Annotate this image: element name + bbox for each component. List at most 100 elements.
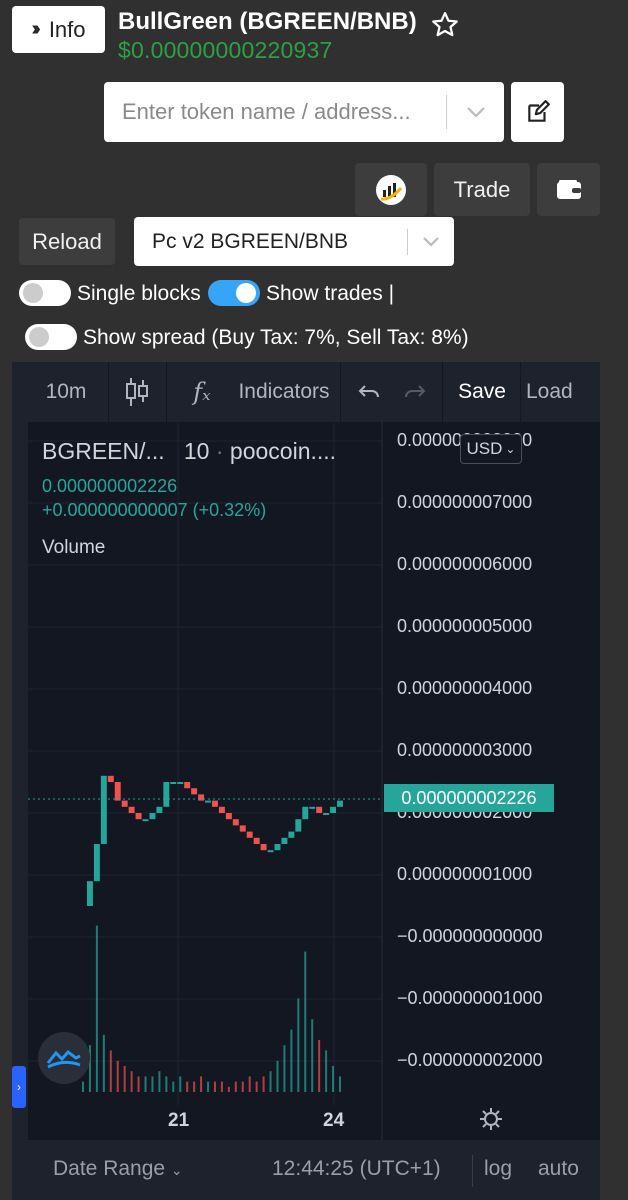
- chart-grid: [28, 422, 382, 1106]
- volume-bar: [241, 1081, 244, 1092]
- price-axis-tick: −0.000000000000: [397, 926, 543, 946]
- candle-style-button[interactable]: [112, 362, 162, 422]
- price-candle: [330, 806, 337, 813]
- price-candle: [93, 844, 100, 882]
- candlestick-icon: [126, 378, 148, 406]
- legend-price: 0.000000002226: [42, 476, 178, 496]
- price-chart[interactable]: [28, 422, 600, 1140]
- show-spread-toggle[interactable]: [25, 324, 77, 350]
- price-candles: [86, 775, 343, 906]
- chevron-down-icon: ⌄: [170, 1162, 183, 1178]
- show-spread-label: Show spread (Buy Tax: 7%, Sell Tax: 8%): [83, 326, 469, 349]
- volume-bar: [193, 1081, 196, 1092]
- volume-bar: [248, 1076, 251, 1092]
- drawing-toolbar-toggle[interactable]: ›: [12, 1066, 26, 1108]
- pair-select-value: Pc v2 BGREEN/BNB: [152, 230, 349, 253]
- price-candle: [86, 881, 93, 906]
- load-button[interactable]: Load: [526, 362, 600, 422]
- settings-gear-icon[interactable]: [478, 1106, 504, 1132]
- price-candle: [128, 806, 135, 813]
- volume-bar: [262, 1076, 265, 1092]
- undo-icon[interactable]: [352, 362, 386, 422]
- trade-button[interactable]: Trade: [434, 163, 530, 216]
- chart-toolbar: 10m 𝑓ₓ Indicators Save Load: [12, 362, 600, 422]
- price-candle: [107, 775, 114, 782]
- volume-bar: [318, 1040, 321, 1092]
- reload-button[interactable]: Reload: [19, 218, 115, 265]
- chevron-down-icon: ⌄: [505, 442, 516, 456]
- volume-bar: [255, 1081, 258, 1092]
- price-candle: [184, 782, 191, 789]
- auto-scale-button[interactable]: auto: [538, 1157, 579, 1181]
- search-divider: [446, 95, 447, 129]
- price-axis-tick: −0.000000002000: [397, 1050, 543, 1070]
- volume-bar: [82, 1081, 84, 1092]
- wallet-button[interactable]: [537, 163, 600, 216]
- pair-select-divider: [407, 229, 408, 255]
- price-candle: [135, 813, 142, 820]
- price-candle: [205, 800, 211, 803]
- token-price: $0.00000000220937: [118, 37, 333, 63]
- log-scale-button[interactable]: log: [484, 1157, 512, 1181]
- price-candle: [337, 800, 343, 807]
- token-title: BullGreen (BGREEN/BNB): [118, 8, 417, 35]
- clock-time[interactable]: 12:44:25 (UTC+1): [272, 1157, 441, 1181]
- currency-select[interactable]: USD ⌄: [460, 434, 522, 464]
- chevron-down-icon[interactable]: [459, 98, 493, 126]
- chevron-down-icon: [423, 237, 439, 247]
- star-icon[interactable]: [430, 10, 460, 40]
- volume-bar: [297, 998, 300, 1092]
- legend-volume: Volume: [42, 537, 106, 558]
- pair-select[interactable]: Pc v2 BGREEN/BNB: [134, 217, 454, 266]
- save-button[interactable]: Save: [446, 362, 518, 422]
- price-candle: [100, 775, 107, 844]
- price-axis-tick: 0.000000001000: [397, 864, 533, 884]
- volume-bar: [276, 1060, 279, 1092]
- indicators-button[interactable]: Indicators: [224, 362, 344, 422]
- volume-bar: [186, 1081, 189, 1092]
- interval-button[interactable]: 10m: [26, 362, 106, 422]
- token-search[interactable]: [104, 82, 504, 142]
- info-button[interactable]: ›› Info: [12, 6, 105, 53]
- date-range-button[interactable]: Date Range ⌄: [53, 1157, 183, 1181]
- volume-bar: [227, 1086, 230, 1092]
- volume-bar: [325, 1050, 328, 1092]
- price-candle: [267, 850, 274, 853]
- volume-bar: [158, 1071, 161, 1092]
- fx-icon: 𝑓ₓ: [193, 378, 211, 406]
- price-axis-tick: 0.000000006000: [397, 554, 533, 574]
- edit-button[interactable]: [511, 82, 564, 142]
- single-blocks-toggle[interactable]: [19, 280, 71, 306]
- price-candle: [114, 782, 121, 801]
- search-input[interactable]: [104, 82, 444, 142]
- price-candle: [142, 819, 149, 822]
- price-candle: [246, 831, 253, 838]
- price-candle: [163, 782, 170, 807]
- legend-symbol[interactable]: BGREEN/...: [42, 438, 165, 464]
- info-button-label: Info: [48, 16, 86, 42]
- volume-bar: [123, 1066, 126, 1092]
- tradingview-logo[interactable]: [38, 1032, 90, 1084]
- price-candle: [288, 831, 295, 838]
- volume-bar: [304, 951, 307, 1092]
- show-trades-toggle[interactable]: [208, 280, 260, 306]
- volume-bar: [339, 1076, 341, 1092]
- volume-bar: [109, 1050, 112, 1092]
- price-candle: [281, 837, 288, 844]
- price-candle: [260, 844, 267, 851]
- legend-interval: 10: [183, 438, 210, 464]
- price-candle: [156, 806, 163, 813]
- volume-bar: [172, 1081, 175, 1092]
- price-candle: [309, 806, 316, 809]
- price-candle: [316, 806, 323, 813]
- volume-bar: [137, 1076, 140, 1092]
- volume-bar: [102, 1034, 105, 1092]
- price-candle: [232, 819, 239, 826]
- chart-button[interactable]: [355, 163, 427, 216]
- price-candle: [302, 806, 309, 820]
- redo-icon[interactable]: [398, 362, 432, 422]
- time-axis-tick: 24: [323, 1110, 345, 1131]
- volume-bar: [283, 1045, 286, 1092]
- price-candle: [225, 813, 232, 820]
- legend-source: poocoin....: [229, 438, 337, 464]
